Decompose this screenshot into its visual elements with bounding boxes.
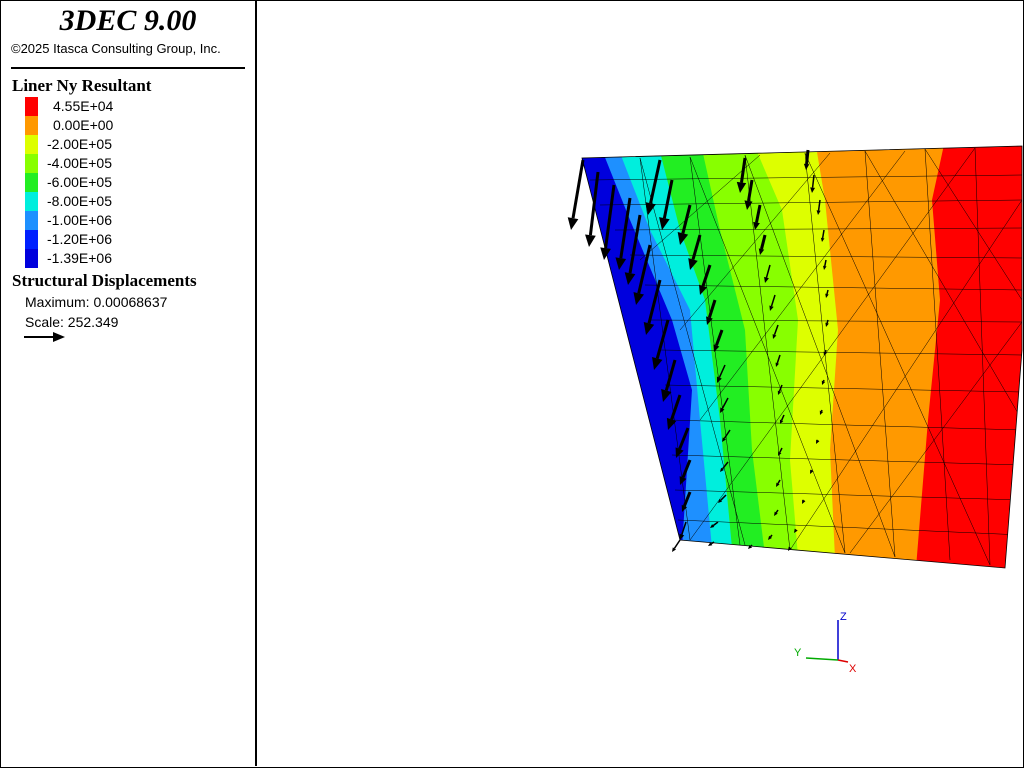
legend-swatch xyxy=(25,173,38,192)
displacement-arrow-shaft xyxy=(805,149,810,165)
displacement-arrow-shaft xyxy=(673,539,681,549)
displacement-arrow-shaft xyxy=(571,159,585,219)
displacement-maximum: Maximum: 0.00068637 xyxy=(25,294,168,310)
displacement-arrow-shaft xyxy=(826,319,829,324)
legend-swatch xyxy=(25,230,38,249)
legend-band-label: -1.00E+06 xyxy=(47,212,112,228)
legend-band-label: -4.00E+05 xyxy=(47,155,112,171)
y-axis-line xyxy=(805,657,839,661)
legend-swatch xyxy=(25,249,38,268)
legend-swatch xyxy=(25,154,38,173)
axis-triad: Z Y X xyxy=(794,611,857,675)
model-viewport[interactable]: Z Y X xyxy=(257,1,1023,766)
z-axis-label: Z xyxy=(840,611,847,623)
contour-legend-title: Liner Ny Resultant xyxy=(12,76,152,95)
x-axis-line xyxy=(837,659,849,663)
legend-swatch xyxy=(25,97,38,116)
y-axis-label: Y xyxy=(794,647,802,659)
legend-swatch xyxy=(25,135,38,154)
legend-band-label: -8.00E+05 xyxy=(47,193,112,209)
legend-panel: 3DEC 9.00 ©2025 Itasca Consulting Group,… xyxy=(1,1,257,766)
app-title: 3DEC 9.00 xyxy=(59,4,197,37)
legend-band-label: -2.00E+05 xyxy=(47,136,112,152)
legend-band-label: -6.00E+05 xyxy=(47,174,112,190)
displacement-arrow-shaft xyxy=(750,544,753,547)
displacement-arrow-shaft xyxy=(824,349,827,353)
displacement-arrow-head xyxy=(567,217,579,230)
displacement-arrow-shaft xyxy=(826,289,829,295)
displacement-arrow-shaft xyxy=(820,409,823,412)
displacement-legend-title: Structural Displacements xyxy=(12,271,197,290)
copyright-text: ©2025 Itasca Consulting Group, Inc. xyxy=(11,41,221,56)
displacement-arrow-head xyxy=(585,234,596,247)
legend-divider xyxy=(11,67,245,69)
legend-band-label: -1.20E+06 xyxy=(47,231,112,247)
arrow-right-icon xyxy=(24,332,65,342)
legend-swatch xyxy=(25,211,38,230)
displacement-scale: Scale: 252.349 xyxy=(25,314,119,330)
legend-swatch xyxy=(25,192,38,211)
legend-band-label: -1.39E+06 xyxy=(47,250,112,266)
x-axis-label: X xyxy=(849,663,857,675)
legend-band-label: 0.00E+00 xyxy=(53,117,114,133)
displacement-arrow-shaft xyxy=(822,379,825,382)
legend-swatch xyxy=(25,116,38,135)
legend-band-label: 4.55E+04 xyxy=(53,98,114,114)
